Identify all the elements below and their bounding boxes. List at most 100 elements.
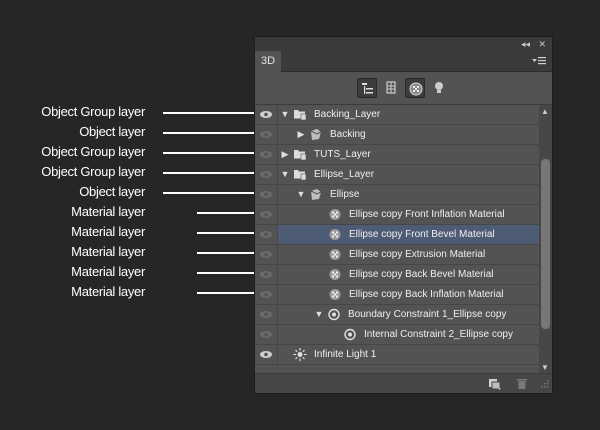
visibility-toggle[interactable] [255, 205, 278, 224]
scene-icon [362, 83, 373, 94]
meshes-filter-button[interactable] [381, 78, 401, 98]
layer-label: Internal Constraint 2_Ellipse copy [364, 329, 513, 340]
eye-icon [260, 171, 272, 178]
layer-row[interactable]: ▼ Ellipse_Layer [255, 165, 539, 185]
scroll-down-icon[interactable]: ▼ [541, 363, 549, 373]
visibility-toggle[interactable] [255, 265, 278, 284]
folder-group-icon [294, 110, 307, 121]
collapse-icon[interactable]: ◂◂ [521, 37, 530, 51]
panel-titlebar[interactable]: ◂◂ ✕ [255, 37, 552, 51]
layer-row-body: ▼ Ellipse_Layer [278, 165, 539, 184]
expand-triangle-right-icon[interactable]: ▶ [296, 125, 306, 144]
layer-row[interactable]: ▶ Backing [255, 125, 539, 145]
layer-row[interactable]: ▼ Backing_Layer [255, 105, 539, 125]
layer-label: Ellipse copy Extrusion Material [349, 249, 486, 260]
visibility-toggle[interactable] [255, 305, 278, 324]
eye-icon [260, 191, 272, 198]
visibility-toggle[interactable] [255, 345, 278, 364]
tab-3d[interactable]: 3D [255, 51, 281, 72]
material-icon [329, 209, 341, 220]
layer-label: Ellipse copy Front Bevel Material [349, 229, 495, 240]
material-icon [329, 229, 341, 240]
layer-row[interactable]: ▼ Boundary Constraint 1_Ellipse copy [255, 305, 539, 325]
layer-row-body: Ellipse copy Front Bevel Material [278, 225, 539, 244]
eye-icon [260, 271, 272, 278]
layer-row[interactable]: Ellipse copy Back Inflation Material [255, 285, 539, 305]
eye-icon [260, 131, 272, 138]
filter-toolbar [255, 72, 552, 105]
close-icon[interactable]: ✕ [538, 37, 546, 51]
lights-filter-button[interactable] [429, 78, 449, 98]
visibility-toggle[interactable] [255, 105, 278, 124]
layer-row[interactable]: Infinite Light 1 [255, 345, 539, 365]
expand-triangle-down-icon[interactable]: ▼ [280, 165, 290, 184]
trash-icon[interactable] [516, 377, 528, 395]
material-icon [409, 82, 423, 96]
mesh-icon [386, 81, 396, 94]
layer-row-body: ▶ TUTS_Layer [278, 145, 539, 164]
material-icon [329, 269, 341, 280]
layer-row-body: ▼ Boundary Constraint 1_Ellipse copy [278, 305, 539, 324]
visibility-toggle[interactable] [255, 165, 278, 184]
new-light-icon[interactable] [487, 377, 503, 395]
layer-label: Ellipse copy Back Bevel Material [349, 269, 494, 280]
layer-label: Ellipse_Layer [314, 169, 375, 180]
eye-icon [260, 211, 272, 218]
eye-icon [260, 311, 272, 318]
layer-label: Backing [330, 129, 366, 140]
visibility-toggle[interactable] [255, 225, 278, 244]
layer-row-body: ▼ Ellipse [278, 185, 539, 204]
eye-icon [260, 291, 272, 298]
layer-row-body: Ellipse copy Back Bevel Material [278, 265, 539, 284]
constraint-icon [344, 328, 356, 341]
layer-row[interactable]: Ellipse copy Back Bevel Material [255, 265, 539, 285]
layer-row[interactable]: ▶ TUTS_Layer [255, 145, 539, 165]
visibility-toggle[interactable] [255, 325, 278, 344]
scrollbar-thumb[interactable] [541, 159, 550, 329]
panel-bottom-bar [255, 373, 552, 393]
layer-row-body: ▶ Backing [278, 125, 539, 144]
eye-icon [260, 331, 272, 338]
scroll-up-icon[interactable]: ▲ [541, 107, 549, 117]
layer-row[interactable]: Internal Constraint 2_Ellipse copy [255, 325, 539, 345]
layer-row-selected[interactable]: Ellipse copy Front Bevel Material [255, 225, 539, 245]
material-icon [329, 289, 341, 300]
expand-triangle-right-icon[interactable]: ▶ [280, 145, 290, 164]
folder-group-icon [294, 150, 307, 161]
vertical-scrollbar[interactable]: ▲ ▼ [539, 105, 552, 375]
layer-row[interactable]: ▼ Ellipse [255, 185, 539, 205]
visibility-toggle[interactable] [255, 245, 278, 264]
layer-label: Boundary Constraint 1_Ellipse copy [348, 309, 507, 320]
visibility-toggle[interactable] [255, 285, 278, 304]
layer-row[interactable]: Ellipse copy Extrusion Material [255, 245, 539, 265]
visibility-toggle[interactable] [255, 145, 278, 164]
layer-label: Infinite Light 1 [314, 349, 377, 360]
resize-grip-icon[interactable] [540, 377, 550, 395]
layer-label: Ellipse copy Back Inflation Material [349, 289, 504, 300]
layer-label: Ellipse copy Front Inflation Material [349, 209, 505, 220]
layer-row-body: Internal Constraint 2_Ellipse copy [278, 325, 539, 344]
lightbulb-icon [435, 82, 443, 93]
panel-menu-icon[interactable] [532, 54, 546, 66]
expand-triangle-down-icon[interactable]: ▼ [314, 305, 324, 324]
eye-icon [260, 251, 272, 258]
eye-icon [260, 111, 272, 118]
layer-label: Ellipse [330, 189, 360, 200]
scene-filter-button[interactable] [357, 78, 377, 98]
expand-triangle-down-icon[interactable]: ▼ [280, 105, 290, 124]
mesh-object-icon [310, 129, 322, 140]
layer-row-body: Ellipse copy Extrusion Material [278, 245, 539, 264]
layer-list: ▼ Backing_Layer ▶ Backing ▶ TUTS_Layer ▼… [255, 105, 539, 375]
layer-row[interactable]: Ellipse copy Front Inflation Material [255, 205, 539, 225]
constraint-icon [328, 308, 340, 321]
expand-triangle-down-icon[interactable]: ▼ [296, 185, 306, 204]
tab-row: 3D [255, 51, 552, 72]
eye-icon [260, 351, 272, 358]
visibility-toggle[interactable] [255, 185, 278, 204]
materials-filter-button[interactable] [405, 78, 425, 98]
material-icon [329, 249, 341, 260]
infinite-light-icon [293, 348, 307, 361]
layer-row-body: Ellipse copy Back Inflation Material [278, 285, 539, 304]
visibility-toggle[interactable] [255, 125, 278, 144]
3d-panel: ◂◂ ✕ 3D ▼ Backing_Layer ▶ Backing ▶ TUTS… [254, 36, 553, 394]
